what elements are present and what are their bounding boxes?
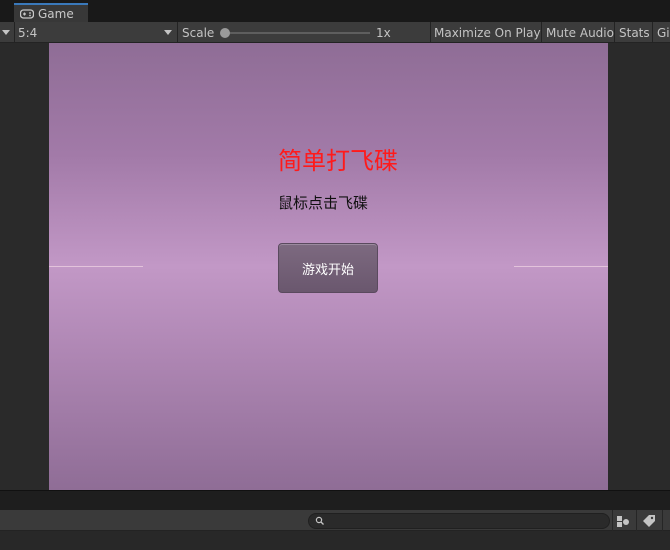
scale-label: Scale: [182, 25, 215, 40]
panel-divider[interactable]: [0, 490, 670, 510]
tag-icon: [643, 514, 655, 527]
toolbar-separator: [652, 22, 653, 43]
filter-by-type-button[interactable]: [615, 512, 633, 529]
bottom-separator: [636, 510, 637, 531]
search-field[interactable]: [308, 513, 610, 529]
project-panel-content: [0, 531, 670, 550]
start-game-button[interactable]: 游戏开始: [278, 243, 378, 293]
game-viewport[interactable]: 简单打飞碟 鼠标点击飞碟 游戏开始: [49, 43, 608, 490]
tab-game[interactable]: Game: [14, 3, 88, 22]
display-dropdown[interactable]: [2, 22, 10, 43]
mute-audio-button[interactable]: Mute Audio: [546, 22, 614, 43]
toolbar-separator: [541, 22, 542, 43]
tab-bar: Game: [0, 0, 670, 22]
game-title: 简单打飞碟: [278, 147, 398, 175]
unity-editor: Game 5:4 Scale 1x Maximize On Play Mute …: [0, 0, 670, 550]
aspect-value: 5:4: [18, 25, 38, 40]
game-view-area: 简单打飞碟 鼠标点击飞碟 游戏开始: [0, 43, 670, 490]
toolbar-separator: [614, 22, 615, 43]
search-icon: [315, 516, 324, 525]
toolbar-separator: [177, 22, 178, 43]
scale-slider-track[interactable]: [224, 32, 370, 34]
scale-slider-handle[interactable]: [220, 28, 230, 38]
maximize-on-play-button[interactable]: Maximize On Play: [434, 22, 541, 43]
aspect-dropdown[interactable]: 5:4: [14, 22, 176, 43]
scale-value: 1x: [376, 25, 391, 40]
game-toolbar: 5:4 Scale 1x Maximize On Play Mute Audio…: [0, 22, 670, 43]
toolbar-separator: [430, 22, 431, 43]
gamepad-icon: [20, 8, 34, 19]
tab-game-label: Game: [38, 6, 74, 21]
chevron-down-icon: [2, 30, 10, 35]
bottom-separator: [612, 510, 613, 531]
horizon-line-left: [49, 266, 143, 267]
filter-type-icon: [617, 515, 629, 527]
bottom-toolbar: [0, 510, 670, 531]
gizmos-button[interactable]: Gi: [657, 22, 670, 43]
chevron-down-icon: [164, 30, 172, 35]
stats-button[interactable]: Stats: [619, 22, 650, 43]
game-subtitle: 鼠标点击飞碟: [278, 194, 369, 212]
filter-by-label-button[interactable]: [640, 512, 658, 529]
horizon-line-right: [514, 266, 608, 267]
bottom-separator: [662, 510, 663, 531]
